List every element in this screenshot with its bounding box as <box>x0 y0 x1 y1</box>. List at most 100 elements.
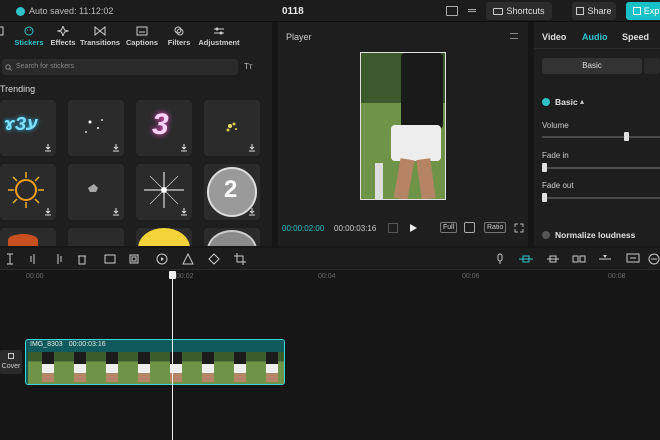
tab-stickers[interactable]: Stickers <box>10 26 48 50</box>
auto-snap-icon[interactable] <box>546 253 560 265</box>
play-icon[interactable] <box>408 223 418 233</box>
speed-icon[interactable] <box>156 253 168 265</box>
subtab-next[interactable] <box>644 58 660 74</box>
sticker-number-two: 2 <box>224 176 238 203</box>
download-icon[interactable] <box>112 144 120 152</box>
layout-icon[interactable] <box>446 6 458 16</box>
sticker-tile[interactable] <box>68 164 124 220</box>
keyboard-icon <box>493 7 504 15</box>
split-icon[interactable] <box>28 253 40 265</box>
export-icon <box>632 7 641 15</box>
preview-axis-icon[interactable] <box>598 253 612 265</box>
filmstrip-figure <box>106 352 118 382</box>
mirror-icon[interactable] <box>182 253 194 265</box>
filmstrip-frame <box>92 352 124 384</box>
timeline-ruler[interactable]: 00:00 00:02 00:04 00:06 00:08 <box>0 270 660 284</box>
split-right-icon[interactable] <box>52 253 64 265</box>
cover-edit-icon <box>8 353 14 359</box>
filters-icon <box>174 26 184 36</box>
sticker-tile[interactable] <box>68 100 124 156</box>
fullscreen-icon[interactable] <box>514 223 524 233</box>
sticker-tile[interactable]: ɤЗע <box>0 100 56 156</box>
sticker-tile[interactable] <box>204 100 260 156</box>
filmstrip-figure <box>202 352 214 382</box>
download-icon[interactable] <box>248 208 256 216</box>
section-title: Trending <box>0 84 36 94</box>
sticker-tile[interactable] <box>136 228 192 246</box>
sticker-search-input[interactable]: Search for stickers <box>2 59 238 75</box>
video-preview[interactable] <box>360 52 446 200</box>
crop-frame-icon[interactable] <box>128 253 140 265</box>
tab-audio[interactable]: Audio <box>582 32 608 42</box>
fade-in-slider-knob[interactable] <box>542 163 547 172</box>
rotate-icon[interactable] <box>208 253 220 265</box>
volume-slider[interactable] <box>542 136 660 138</box>
sticker-tile[interactable]: 2 <box>204 164 260 220</box>
fade-in-slider[interactable] <box>542 167 660 169</box>
share-button[interactable]: Share <box>572 2 616 20</box>
basic-checkbox[interactable] <box>542 98 550 106</box>
comment-icon[interactable] <box>626 253 640 265</box>
download-icon[interactable] <box>44 144 52 152</box>
collapse-icon[interactable]: ▴ <box>580 97 584 106</box>
select-tool-icon[interactable] <box>4 253 16 265</box>
download-icon[interactable] <box>180 144 188 152</box>
sticker-tile[interactable] <box>68 228 124 246</box>
video-clip[interactable]: IMG_8303 00:00:03:16 <box>25 339 285 385</box>
tab-adjustment[interactable]: Adjustment <box>196 26 242 50</box>
delete-icon[interactable] <box>76 253 88 265</box>
filmstrip-figure <box>42 352 54 382</box>
ratio-button[interactable]: Ratio <box>484 222 507 233</box>
download-icon[interactable] <box>248 144 256 152</box>
tab-video[interactable]: Video <box>542 32 566 42</box>
sticker-tile[interactable] <box>0 228 56 246</box>
download-icon[interactable] <box>112 208 120 216</box>
filmstrip-frame <box>188 352 220 384</box>
zoom-icon[interactable] <box>464 222 475 233</box>
microphone-icon[interactable] <box>494 253 506 265</box>
zoom-out-icon[interactable] <box>648 253 660 265</box>
sticker-tile[interactable] <box>136 164 192 220</box>
fade-in-label: Fade in <box>542 151 569 160</box>
dial-sticker <box>207 230 257 246</box>
menu-icon[interactable] <box>468 9 476 12</box>
tab-transitions[interactable]: Transitions <box>78 26 122 50</box>
preview-shorts <box>391 125 441 161</box>
sticker-tile[interactable] <box>204 228 260 246</box>
sticker-tile[interactable]: 3 <box>136 100 192 156</box>
filmstrip-figure <box>74 352 86 382</box>
timecode-icon <box>388 223 398 233</box>
linkage-icon[interactable] <box>572 253 586 265</box>
player-menu-icon[interactable] <box>510 33 518 39</box>
sticker-tile[interactable] <box>0 164 56 220</box>
download-icon[interactable] <box>44 208 52 216</box>
ruler-tick-label: 00:00 <box>26 273 44 280</box>
project-title: 0118 <box>282 6 304 17</box>
fade-out-slider-knob[interactable] <box>542 193 547 202</box>
tab-media[interactable] <box>0 26 10 50</box>
download-icon[interactable] <box>180 208 188 216</box>
export-button[interactable]: Exp <box>626 2 660 20</box>
normalize-checkbox[interactable] <box>542 231 550 239</box>
ruler-tick-label: 00:06 <box>462 273 480 280</box>
tab-speed[interactable]: Speed <box>622 32 649 42</box>
captions-icon <box>136 26 148 36</box>
tab-effects[interactable]: Effects <box>48 26 78 50</box>
playhead-handle[interactable] <box>169 271 176 279</box>
freeze-icon[interactable] <box>104 253 116 265</box>
tab-captions[interactable]: Captions <box>122 26 162 50</box>
full-button[interactable]: Full <box>440 222 458 233</box>
main-track-magnet-icon[interactable] <box>518 253 534 265</box>
tab-filters[interactable]: Filters <box>162 26 196 50</box>
subtab-basic[interactable]: Basic <box>542 58 642 74</box>
fire-sticker <box>8 234 38 246</box>
volume-slider-knob[interactable] <box>624 132 629 141</box>
fade-out-slider[interactable] <box>542 197 660 199</box>
crop-icon[interactable] <box>234 253 246 265</box>
playhead[interactable] <box>172 271 173 440</box>
clip-header: IMG_8303 00:00:03:16 <box>30 341 106 348</box>
font-filter-dropdown[interactable]: Tт <box>244 62 253 71</box>
clip-name: IMG_8303 <box>30 341 63 348</box>
shortcuts-button[interactable]: Shortcuts <box>486 2 552 20</box>
filmstrip-figure <box>234 352 246 382</box>
